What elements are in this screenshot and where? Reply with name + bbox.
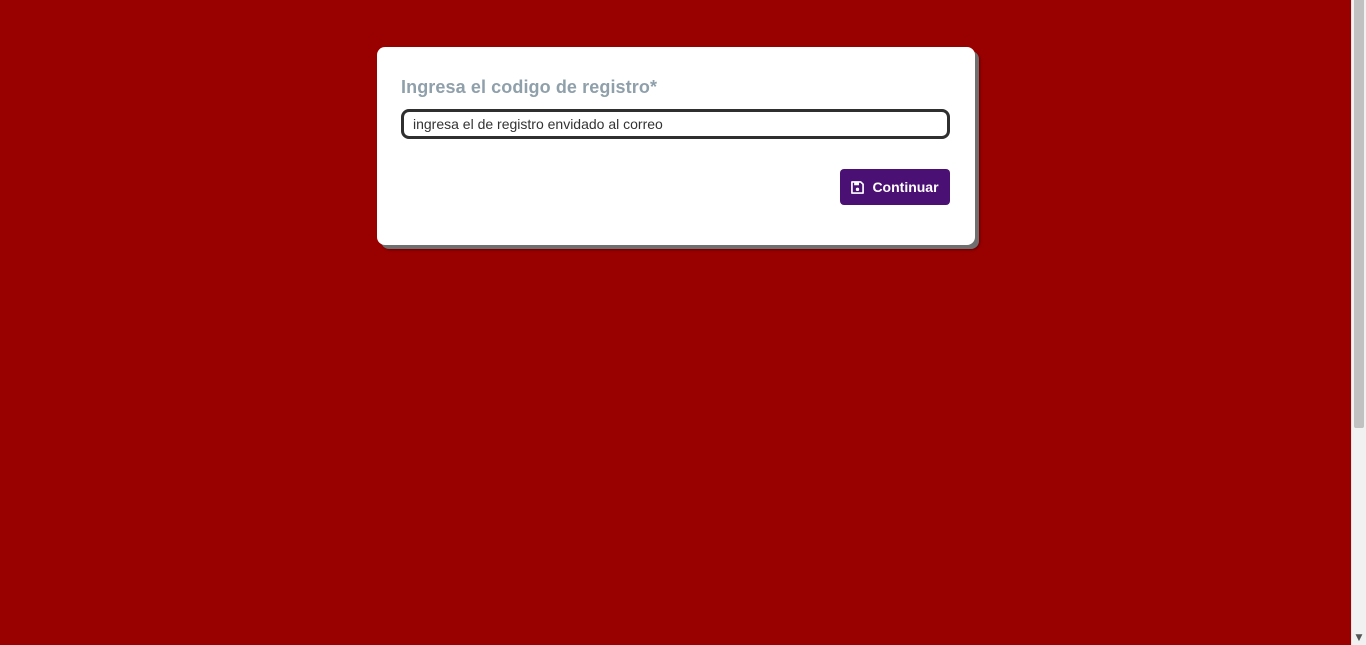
registration-code-input[interactable] <box>401 109 950 139</box>
save-icon <box>851 180 865 194</box>
page-background: Ingresa el codigo de registro* Continuar <box>0 0 1351 645</box>
registration-code-card: Ingresa el codigo de registro* Continuar <box>377 47 975 245</box>
continue-button-label: Continuar <box>872 179 939 195</box>
continue-button[interactable]: Continuar <box>840 169 950 205</box>
registration-code-label: Ingresa el codigo de registro* <box>401 77 658 97</box>
scroll-down-arrow-icon[interactable]: ▼ <box>1352 630 1366 645</box>
vertical-scrollbar[interactable]: ▼ <box>1351 0 1366 645</box>
scrollbar-thumb[interactable] <box>1354 0 1364 428</box>
